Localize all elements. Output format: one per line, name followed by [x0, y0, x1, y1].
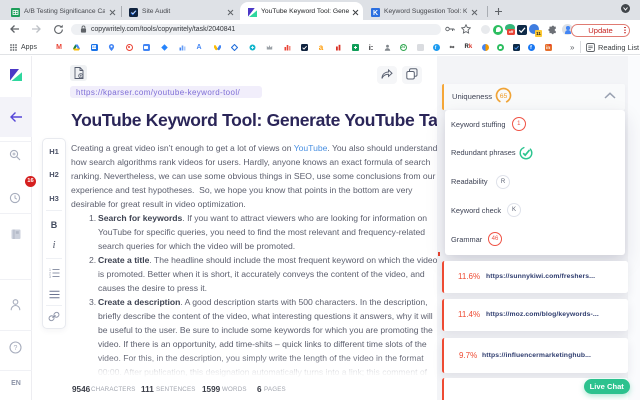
svg-text:?: ?	[14, 345, 18, 352]
svg-text:3: 3	[49, 275, 51, 278]
svg-text:65: 65	[500, 93, 508, 100]
svg-text:K: K	[373, 10, 378, 17]
